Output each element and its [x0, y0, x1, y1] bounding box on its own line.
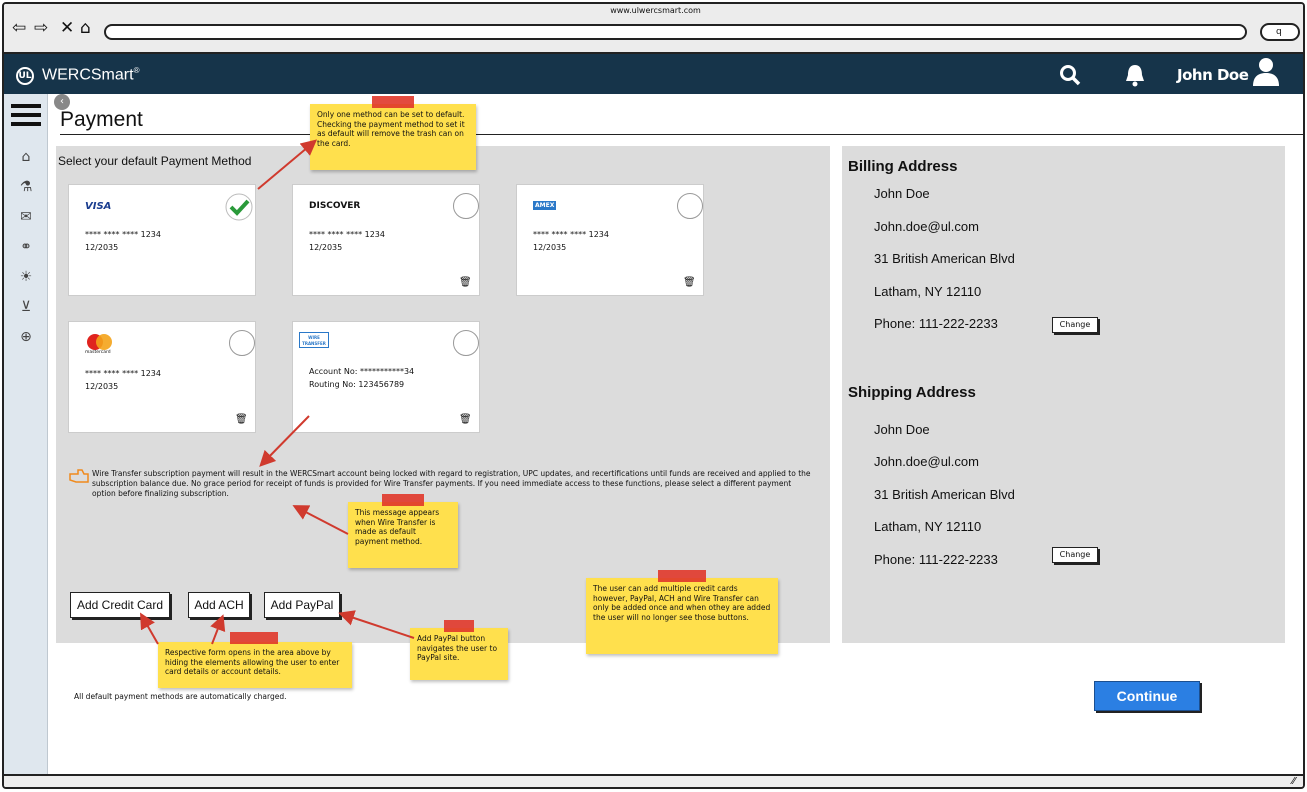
sticky-pin: [382, 494, 424, 506]
default-radio[interactable]: [677, 193, 703, 219]
continue-button[interactable]: Continue: [1094, 681, 1200, 711]
shipping-phone: Phone: 111-222-2233: [874, 552, 998, 567]
shipping-name: John Doe: [874, 422, 930, 437]
billing-phone: Phone: 111-222-2233: [874, 316, 998, 331]
change-billing-button[interactable]: Change: [1052, 317, 1098, 333]
payment-card-amex[interactable]: AMEX **** **** **** 1234 12/2035 🗑: [516, 184, 704, 296]
add-ach-button[interactable]: Add ACH: [188, 592, 250, 618]
flask-icon[interactable]: ⚗: [4, 179, 48, 195]
card-number: **** **** **** 1234: [533, 230, 609, 239]
card-number: **** **** **** 1234: [85, 230, 161, 239]
search-icon[interactable]: [1058, 63, 1082, 87]
page-title: Payment: [60, 108, 143, 131]
shipping-email: John.doe@ul.com: [874, 454, 979, 469]
discover-logo: DISCOVER: [309, 201, 361, 211]
default-radio[interactable]: [453, 330, 479, 356]
mail-icon[interactable]: ✉: [4, 209, 48, 225]
card-expiry: 12/2035: [533, 243, 567, 252]
billing-street: 31 British American Blvd: [874, 251, 1015, 266]
sticky-note-default: Only one method can be set to default. C…: [310, 104, 476, 170]
default-radio[interactable]: [229, 330, 255, 356]
hamburger-menu-icon[interactable]: [11, 104, 41, 126]
account-number: Account No: ***********34: [309, 367, 415, 376]
ul-logo: UL: [16, 67, 34, 85]
shipping-street: 31 British American Blvd: [874, 487, 1015, 502]
hand-point-icon: [69, 469, 89, 483]
payment-methods-panel: Select your default Payment Method VISA …: [56, 146, 830, 643]
payment-card-discover[interactable]: DISCOVER **** **** **** 1234 12/2035 🗑: [292, 184, 480, 296]
user-icon[interactable]: [1251, 56, 1281, 88]
forward-icon[interactable]: ⇨: [34, 18, 48, 38]
mastercard-wordmark: mastercard: [85, 350, 111, 355]
billing-heading: Billing Address: [848, 158, 958, 175]
title-divider: [60, 134, 1303, 135]
billing-email: John.doe@ul.com: [874, 219, 979, 234]
trash-icon[interactable]: 🗑: [459, 277, 472, 288]
payment-card-wire-transfer[interactable]: WIRE TRANSFER Account No: ***********34 …: [292, 321, 480, 433]
lightbulb-icon[interactable]: ☀: [4, 269, 48, 285]
sticky-note-paypal: Add PayPal button navigates the user to …: [410, 628, 508, 680]
sidebar: ⌂ ⚗ ✉ ⚭ ☀ ⊻ ⊕: [4, 94, 48, 774]
address-panel: Billing Address John Doe John.doe@ul.com…: [842, 146, 1285, 643]
card-number: **** **** **** 1234: [85, 369, 161, 378]
routing-number: Routing No: 123456789: [309, 380, 405, 389]
browser-search-field[interactable]: q: [1260, 23, 1300, 41]
card-number: **** **** **** 1234: [309, 230, 385, 239]
close-icon[interactable]: ✕: [60, 18, 74, 38]
card-expiry: 12/2035: [309, 243, 343, 252]
brand-name: WERCSmart®: [42, 66, 140, 84]
browser-window: www.ulwercsmart.com ⇦ ⇨ ✕ ⌂ q UL WERCSma…: [2, 2, 1305, 789]
shipping-heading: Shipping Address: [848, 384, 976, 401]
sticky-pin: [658, 570, 706, 582]
add-paypal-button[interactable]: Add PayPal: [264, 592, 340, 618]
lifebuoy-icon[interactable]: ⊕: [4, 329, 48, 345]
sticky-pin: [372, 96, 414, 108]
trash-icon[interactable]: 🗑: [683, 277, 696, 288]
change-shipping-button[interactable]: Change: [1052, 547, 1098, 563]
sticky-note-form: Respective form opens in the area above …: [158, 642, 352, 688]
card-expiry: 12/2035: [85, 382, 119, 391]
bell-icon[interactable]: [1124, 63, 1146, 87]
user-name[interactable]: John Doe: [1177, 66, 1249, 84]
payment-card-mastercard[interactable]: mastercard **** **** **** 1234 12/2035 🗑: [68, 321, 256, 433]
billing-name: John Doe: [874, 186, 930, 201]
add-credit-card-button[interactable]: Add Credit Card: [70, 592, 170, 618]
trash-icon[interactable]: 🗑: [459, 414, 472, 425]
app-header: UL WERCSmart® John Doe: [4, 54, 1303, 94]
amex-logo: AMEX: [533, 201, 557, 210]
sticky-note-multiple: The user can add multiple credit cards h…: [586, 578, 778, 654]
wire-transfer-logo: WIRE TRANSFER: [299, 332, 329, 348]
url-text: www.ulwercsmart.com: [610, 6, 701, 15]
status-bar: [4, 774, 1303, 787]
mastercard-logo-icon: [87, 334, 112, 350]
visa-logo: VISA: [85, 201, 112, 212]
back-icon[interactable]: ⇦: [12, 18, 26, 38]
wire-transfer-warning: Wire Transfer subscription payment will …: [92, 469, 811, 498]
home-icon[interactable]: ⌂: [4, 149, 48, 165]
resize-grip-icon[interactable]: ⁄⁄: [1292, 776, 1295, 787]
sticky-note-wire: This message appears when Wire Transfer …: [348, 502, 458, 568]
default-check-icon[interactable]: [225, 193, 255, 221]
sticky-pin: [230, 632, 278, 644]
card-expiry: 12/2035: [85, 243, 119, 252]
handshake-icon[interactable]: ⚭: [4, 239, 48, 255]
trash-icon[interactable]: 🗑: [235, 414, 248, 425]
sticky-pin: [444, 620, 474, 632]
auto-charge-note: All default payment methods are automati…: [74, 692, 287, 701]
shipping-city: Latham, NY 12110: [874, 519, 982, 534]
billing-city: Latham, NY 12110: [874, 284, 982, 299]
home-nav-icon[interactable]: ⌂: [80, 18, 91, 38]
address-bar[interactable]: [104, 24, 1247, 40]
section-subtitle: Select your default Payment Method: [58, 154, 252, 168]
browser-chrome: www.ulwercsmart.com ⇦ ⇨ ✕ ⌂ q: [4, 4, 1303, 54]
default-radio[interactable]: [453, 193, 479, 219]
payment-card-visa[interactable]: VISA **** **** **** 1234 12/2035: [68, 184, 256, 296]
cart-icon[interactable]: ⊻: [4, 299, 48, 315]
